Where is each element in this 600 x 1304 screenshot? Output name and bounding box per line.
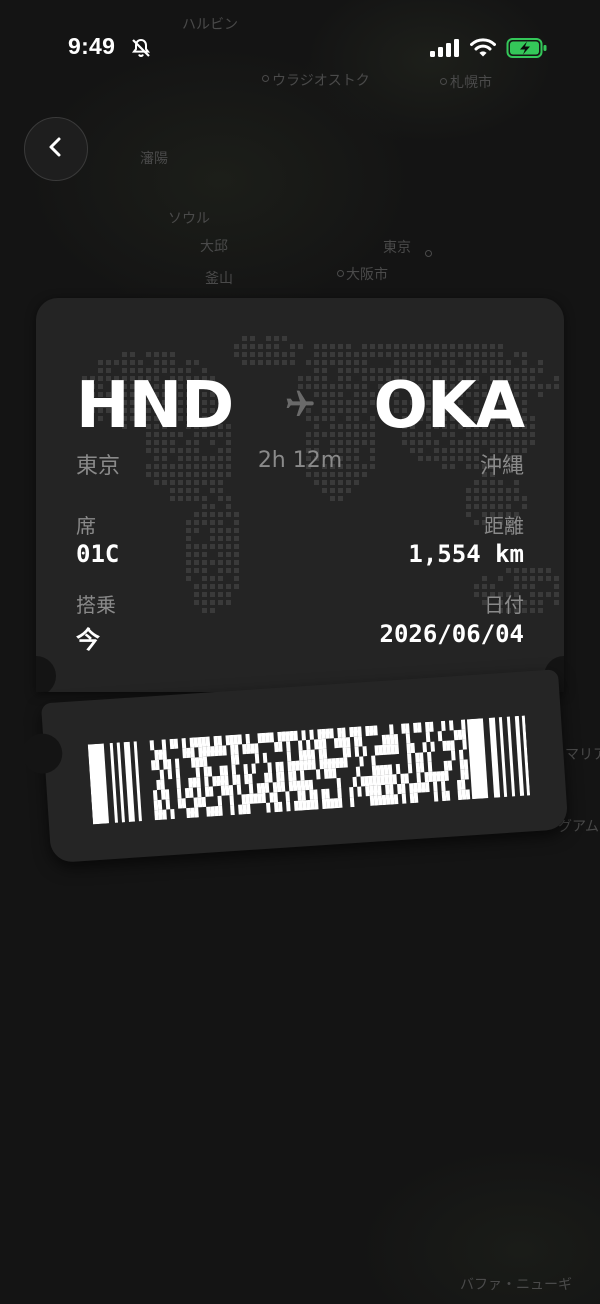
origin-code: HND — [76, 369, 234, 443]
back-button[interactable] — [24, 117, 88, 181]
barcode-stub[interactable] — [20, 659, 575, 883]
battery-charging-icon — [506, 37, 548, 63]
map-label: 大阪市 — [346, 267, 388, 283]
date-value: 2026/06/04 — [379, 620, 525, 648]
date-label: 日付 — [484, 593, 524, 617]
destination-code: OKA — [373, 369, 525, 443]
map-dot — [425, 250, 432, 257]
status-time: 9:49 — [68, 33, 116, 59]
distance-label: 距離 — [484, 514, 524, 538]
map-label: 東京 — [383, 240, 411, 256]
distance-value: 1,554 km — [408, 540, 524, 568]
map-dot — [262, 75, 269, 82]
bell-slash-icon — [130, 37, 152, 63]
boarding-value: 今 — [76, 626, 100, 654]
boarding-pass-card: HND OKA 東京 2h 12m 沖縄 席 01C 距離 1,554 km 搭… — [36, 298, 564, 692]
map-label: バファ・ニューギ — [460, 1277, 572, 1293]
pdf417-barcode-icon — [87, 715, 531, 825]
stub-card — [20, 669, 569, 864]
seat-label: 席 — [76, 514, 96, 538]
map-label: ソウル — [168, 211, 210, 227]
chevron-left-icon — [46, 136, 66, 162]
destination-city: 沖縄 — [479, 454, 524, 479]
map-label: 大邱 — [200, 239, 228, 255]
wifi-icon — [470, 36, 496, 62]
map-label: マリア — [565, 747, 600, 763]
map-label: 札幌市 — [450, 75, 492, 91]
map-dot — [337, 270, 344, 277]
seat-value: 01C — [76, 540, 120, 568]
boarding-label: 搭乗 — [76, 593, 116, 617]
signal-icon — [430, 38, 460, 62]
map-dot — [440, 78, 447, 85]
map-label: ウラジオストク — [272, 73, 370, 89]
map-label: 瀋陽 — [140, 151, 168, 167]
map-label: ハルビン — [182, 17, 238, 33]
map-label: 釜山 — [205, 271, 233, 287]
airplane-icon — [284, 388, 316, 424]
